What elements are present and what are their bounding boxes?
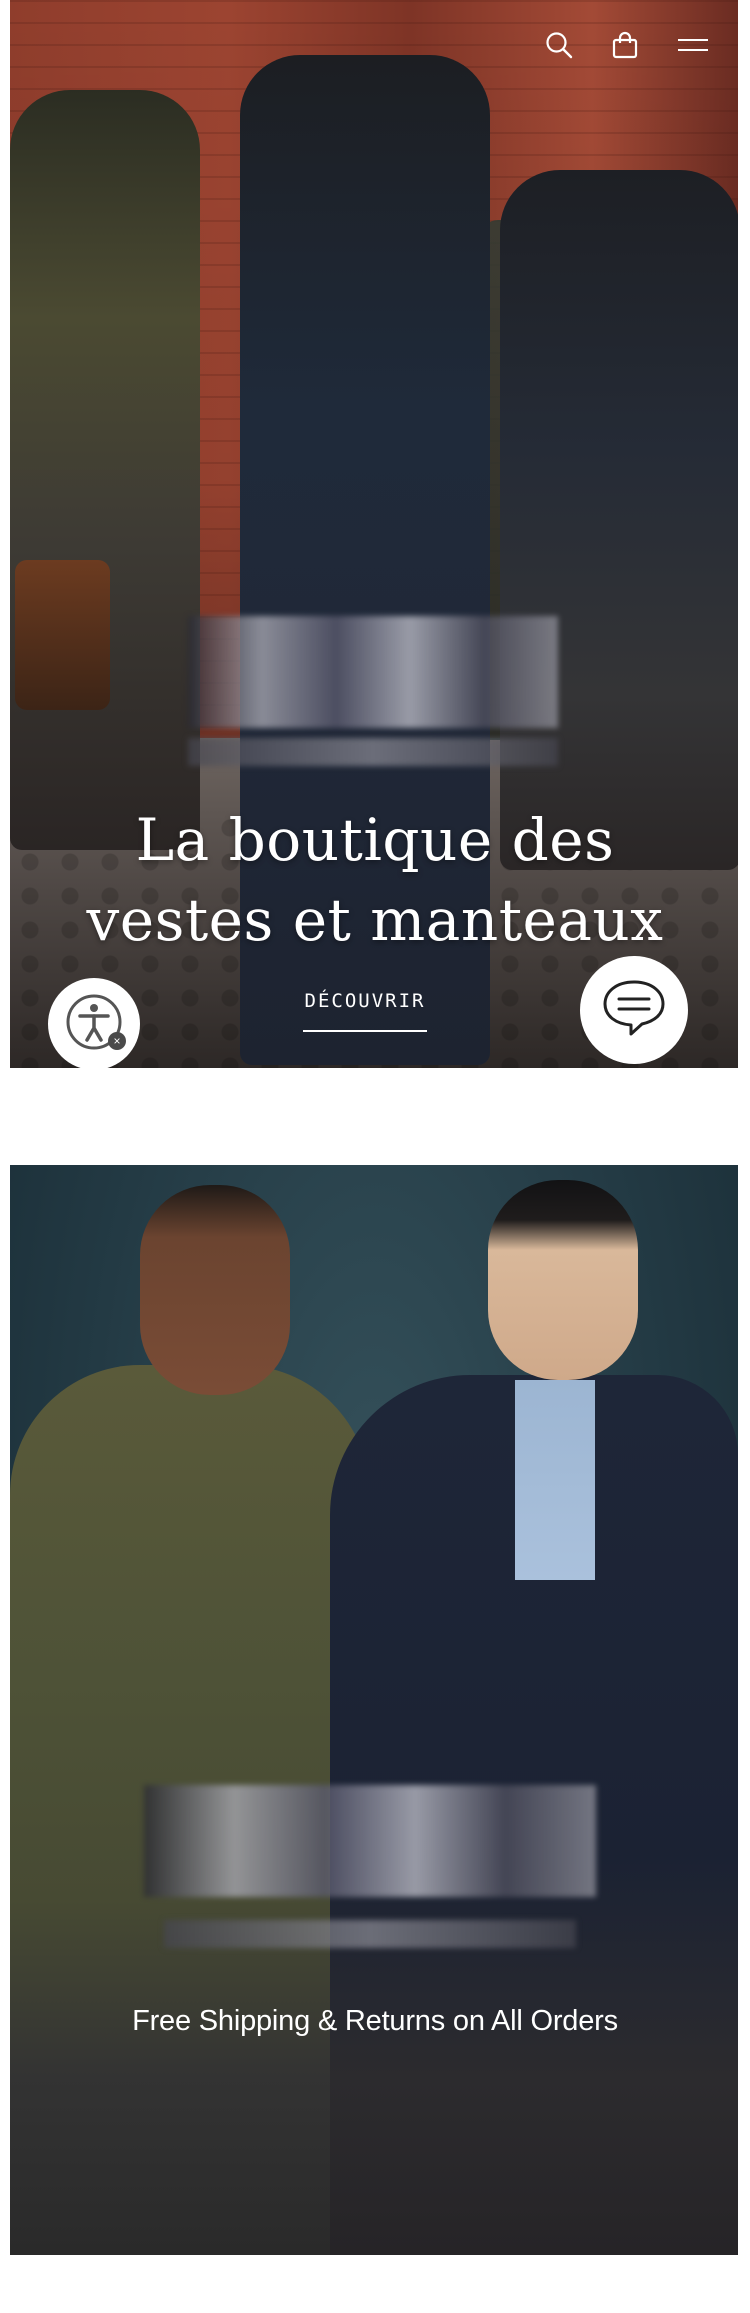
model-left-head	[140, 1185, 290, 1395]
blurred-logo-overlay-2	[144, 1785, 596, 1897]
blurred-logo-overlay	[188, 616, 558, 728]
discover-link[interactable]: DÉCOUVRIR	[303, 990, 427, 1032]
shopping-bag-icon[interactable]	[610, 30, 640, 60]
light-blue-shirt	[515, 1380, 595, 1580]
model-right-head	[488, 1180, 638, 1380]
close-icon[interactable]: ×	[108, 1032, 126, 1050]
chat-bubble-icon	[601, 978, 667, 1043]
hero-title: La boutique des vestes et manteaux	[0, 800, 750, 960]
header-icons	[544, 30, 710, 60]
leather-bag	[15, 560, 110, 710]
blurred-logo-subtitle	[188, 738, 558, 766]
hamburger-menu-icon[interactable]	[676, 33, 710, 57]
search-icon[interactable]	[544, 30, 574, 60]
hero-title-line-1: La boutique des	[135, 806, 615, 874]
hero-title-line-2: vestes et manteaux	[86, 886, 664, 954]
model-left-olive-vest	[10, 90, 200, 850]
blurred-logo-subtitle-2	[164, 1920, 576, 1948]
promo-banner[interactable]	[10, 1165, 738, 2255]
chat-button[interactable]	[580, 956, 688, 1064]
accessibility-button[interactable]: ×	[48, 978, 140, 1070]
free-shipping-message: Free Shipping & Returns on All Orders	[132, 2005, 618, 2037]
